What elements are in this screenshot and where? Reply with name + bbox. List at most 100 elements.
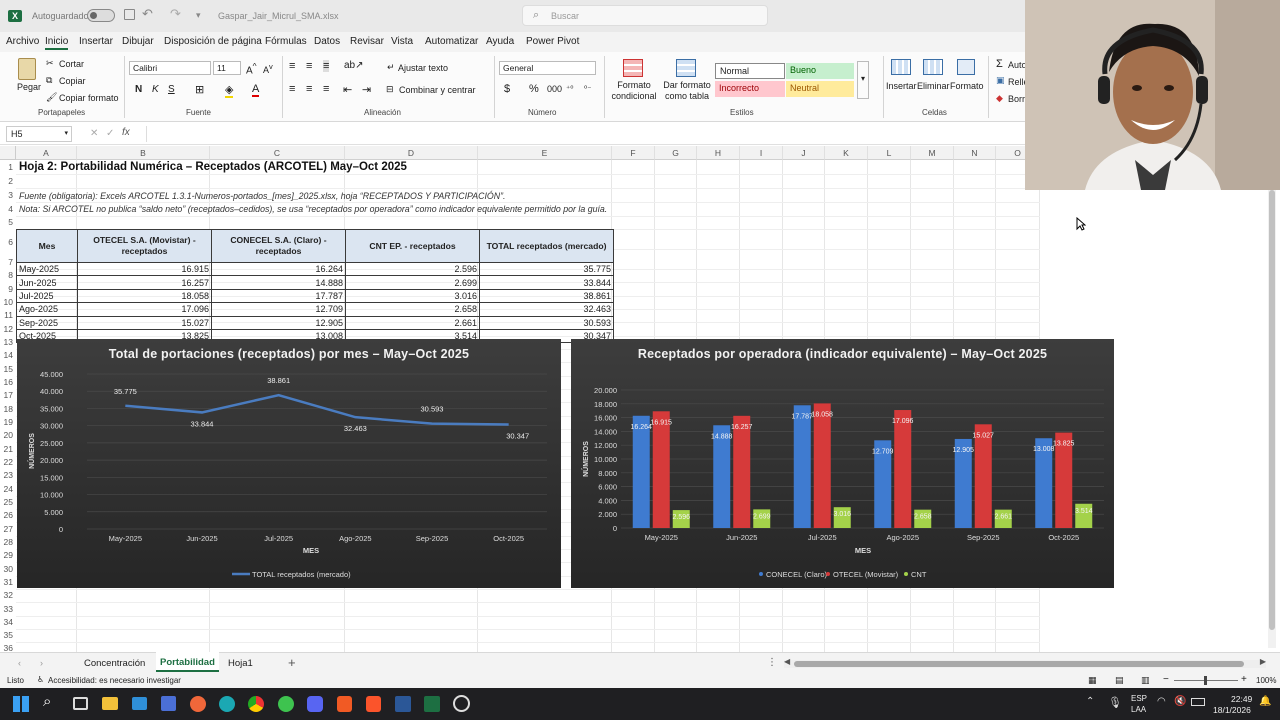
row-header[interactable]: 24 xyxy=(0,484,14,494)
increase-decimal-icon[interactable]: ⁺⁰ xyxy=(566,84,573,93)
header-mes[interactable]: Mes xyxy=(16,229,78,263)
horizontal-scrollbar[interactable]: ◀ ▶ xyxy=(784,657,1266,668)
row-header[interactable]: 34 xyxy=(0,617,14,627)
copy-button[interactable]: Copiar xyxy=(59,76,86,86)
cancel-icon[interactable]: ✕ xyxy=(90,128,98,139)
row-header[interactable]: 19 xyxy=(0,417,14,427)
table-cell[interactable]: 18.058 xyxy=(77,288,212,304)
obs-icon[interactable] xyxy=(453,695,470,712)
column-header[interactable]: L xyxy=(868,146,911,160)
table-cell[interactable]: May-2025 xyxy=(16,261,78,277)
row-header[interactable]: 25 xyxy=(0,497,14,507)
table-cell[interactable]: 17.096 xyxy=(77,302,212,317)
column-header[interactable]: H xyxy=(697,146,740,160)
zoom-slider[interactable] xyxy=(1174,676,1238,685)
undo-icon[interactable]: ↶ xyxy=(142,6,153,22)
paste-icon[interactable] xyxy=(18,58,36,80)
row-header[interactable]: 18 xyxy=(0,404,14,414)
autosum-button[interactable]: Auto xyxy=(1008,60,1027,70)
zoom-in-icon[interactable]: + xyxy=(1241,674,1247,685)
column-header[interactable]: B xyxy=(77,146,210,160)
column-header[interactable]: M xyxy=(911,146,954,160)
name-box[interactable]: H5 ▾ xyxy=(6,126,72,142)
thousands-icon[interactable]: 000 xyxy=(547,84,562,94)
cut-button[interactable]: Cortar xyxy=(59,59,84,69)
merge-center-button[interactable]: Combinar y centrar xyxy=(399,85,476,95)
mic-icon[interactable]: 🎙 xyxy=(1108,696,1122,709)
row-header[interactable]: 3 xyxy=(0,190,14,200)
row-header[interactable]: 14 xyxy=(0,350,14,360)
table-cell[interactable]: 35.775 xyxy=(479,261,614,277)
table-cell[interactable]: 16.264 xyxy=(211,261,346,277)
conditional-format-button[interactable]: Formato condicional xyxy=(608,80,660,102)
formula-input[interactable] xyxy=(146,126,1024,142)
battery-icon[interactable] xyxy=(1191,698,1205,706)
tab-vista[interactable]: Vista xyxy=(391,36,413,47)
tab-inicio[interactable]: Inicio xyxy=(45,36,69,50)
insert-cells-button[interactable]: Insertar xyxy=(886,81,917,91)
edge-icon[interactable] xyxy=(219,696,235,712)
vertical-scrollbar[interactable] xyxy=(1268,160,1276,648)
table-cell[interactable]: 12.709 xyxy=(211,302,346,317)
delete-cells-icon[interactable] xyxy=(923,59,943,75)
table-cell[interactable]: 32.463 xyxy=(479,302,614,317)
borders-icon[interactable]: ⊞ xyxy=(195,83,204,96)
row-header[interactable]: 33 xyxy=(0,604,14,614)
style-good[interactable]: Bueno xyxy=(786,63,854,79)
column-header[interactable]: N xyxy=(954,146,996,160)
clear-icon[interactable]: ◆ xyxy=(996,93,1003,104)
tab-archivo[interactable]: Archivo xyxy=(6,36,39,47)
quick-access-chevron-icon[interactable]: ▾ xyxy=(196,10,201,21)
table-format-icon[interactable] xyxy=(676,59,696,77)
increase-indent-icon[interactable]: ⇥ xyxy=(362,83,371,96)
windows-start-icon[interactable] xyxy=(13,696,29,712)
firefox-icon[interactable] xyxy=(190,696,206,712)
table-cell[interactable]: Jun-2025 xyxy=(16,275,78,290)
column-header[interactable]: D xyxy=(345,146,478,160)
volume-icon[interactable]: 🔇 xyxy=(1174,696,1186,707)
normal-view-icon[interactable]: ▦ xyxy=(1088,675,1097,686)
add-sheet-icon[interactable]: + xyxy=(288,655,296,670)
fill-color-icon[interactable]: ◈ xyxy=(225,83,234,98)
row-header[interactable]: 9 xyxy=(0,284,14,294)
row-header[interactable]: 5 xyxy=(0,217,14,227)
number-format-select[interactable]: General xyxy=(499,61,596,75)
source-note[interactable]: Fuente (obligatoria): Excels ARCOTEL 1.3… xyxy=(19,191,505,201)
sheet-tab-concentracion[interactable]: Concentración xyxy=(84,658,145,669)
table-cell[interactable]: 2.658 xyxy=(345,302,480,317)
row-header[interactable]: 4 xyxy=(0,204,14,214)
file-name[interactable]: Gaspar_Jair_Micrul_SMA.xlsx xyxy=(218,11,339,21)
enter-icon[interactable]: ✓ xyxy=(106,128,114,139)
format-painter-icon[interactable]: 🖌 xyxy=(46,92,57,103)
align-right-icon[interactable]: ≡ xyxy=(323,83,329,95)
word-icon[interactable] xyxy=(395,696,411,712)
orientation-icon[interactable]: ab↗ xyxy=(344,60,364,71)
header-cnt[interactable]: CNT EP. - receptados xyxy=(345,229,480,263)
excel-taskbar-icon[interactable] xyxy=(424,696,440,712)
clear-button[interactable]: Borr xyxy=(1008,94,1025,104)
file-explorer-icon[interactable] xyxy=(102,697,118,710)
row-header[interactable]: 13 xyxy=(0,337,14,347)
styles-more-icon[interactable]: ▾ xyxy=(857,61,869,99)
tab-datos[interactable]: Datos xyxy=(314,36,340,47)
currency-icon[interactable]: $ xyxy=(504,83,510,95)
align-left-icon[interactable]: ≡ xyxy=(289,83,295,95)
table-cell[interactable]: 3.016 xyxy=(345,288,480,304)
table-cell[interactable]: 2.699 xyxy=(345,275,480,290)
row-header[interactable]: 16 xyxy=(0,377,14,387)
row-header[interactable]: 30 xyxy=(0,564,14,574)
clock-date[interactable]: 18/1/2026 xyxy=(1213,705,1251,715)
copy-icon[interactable]: ⧉ xyxy=(46,75,52,86)
tab-revisar[interactable]: Revisar xyxy=(350,36,384,47)
row-header[interactable]: 6 xyxy=(0,237,14,247)
paste-button[interactable]: Pegar xyxy=(17,82,41,92)
table-cell[interactable]: Ago-2025 xyxy=(16,302,78,317)
language-primary[interactable]: ESP xyxy=(1131,694,1147,703)
table-cell[interactable]: 16.915 xyxy=(77,261,212,277)
methodology-note[interactable]: Nota: Si ARCOTEL no publica “saldo neto”… xyxy=(19,204,607,214)
row-header[interactable]: 12 xyxy=(0,324,14,334)
align-bottom-icon[interactable]: ≡ xyxy=(323,60,330,72)
task-view-icon[interactable] xyxy=(73,697,88,710)
search-box[interactable]: ⌕ Buscar xyxy=(522,5,768,26)
percent-icon[interactable]: % xyxy=(529,83,539,95)
